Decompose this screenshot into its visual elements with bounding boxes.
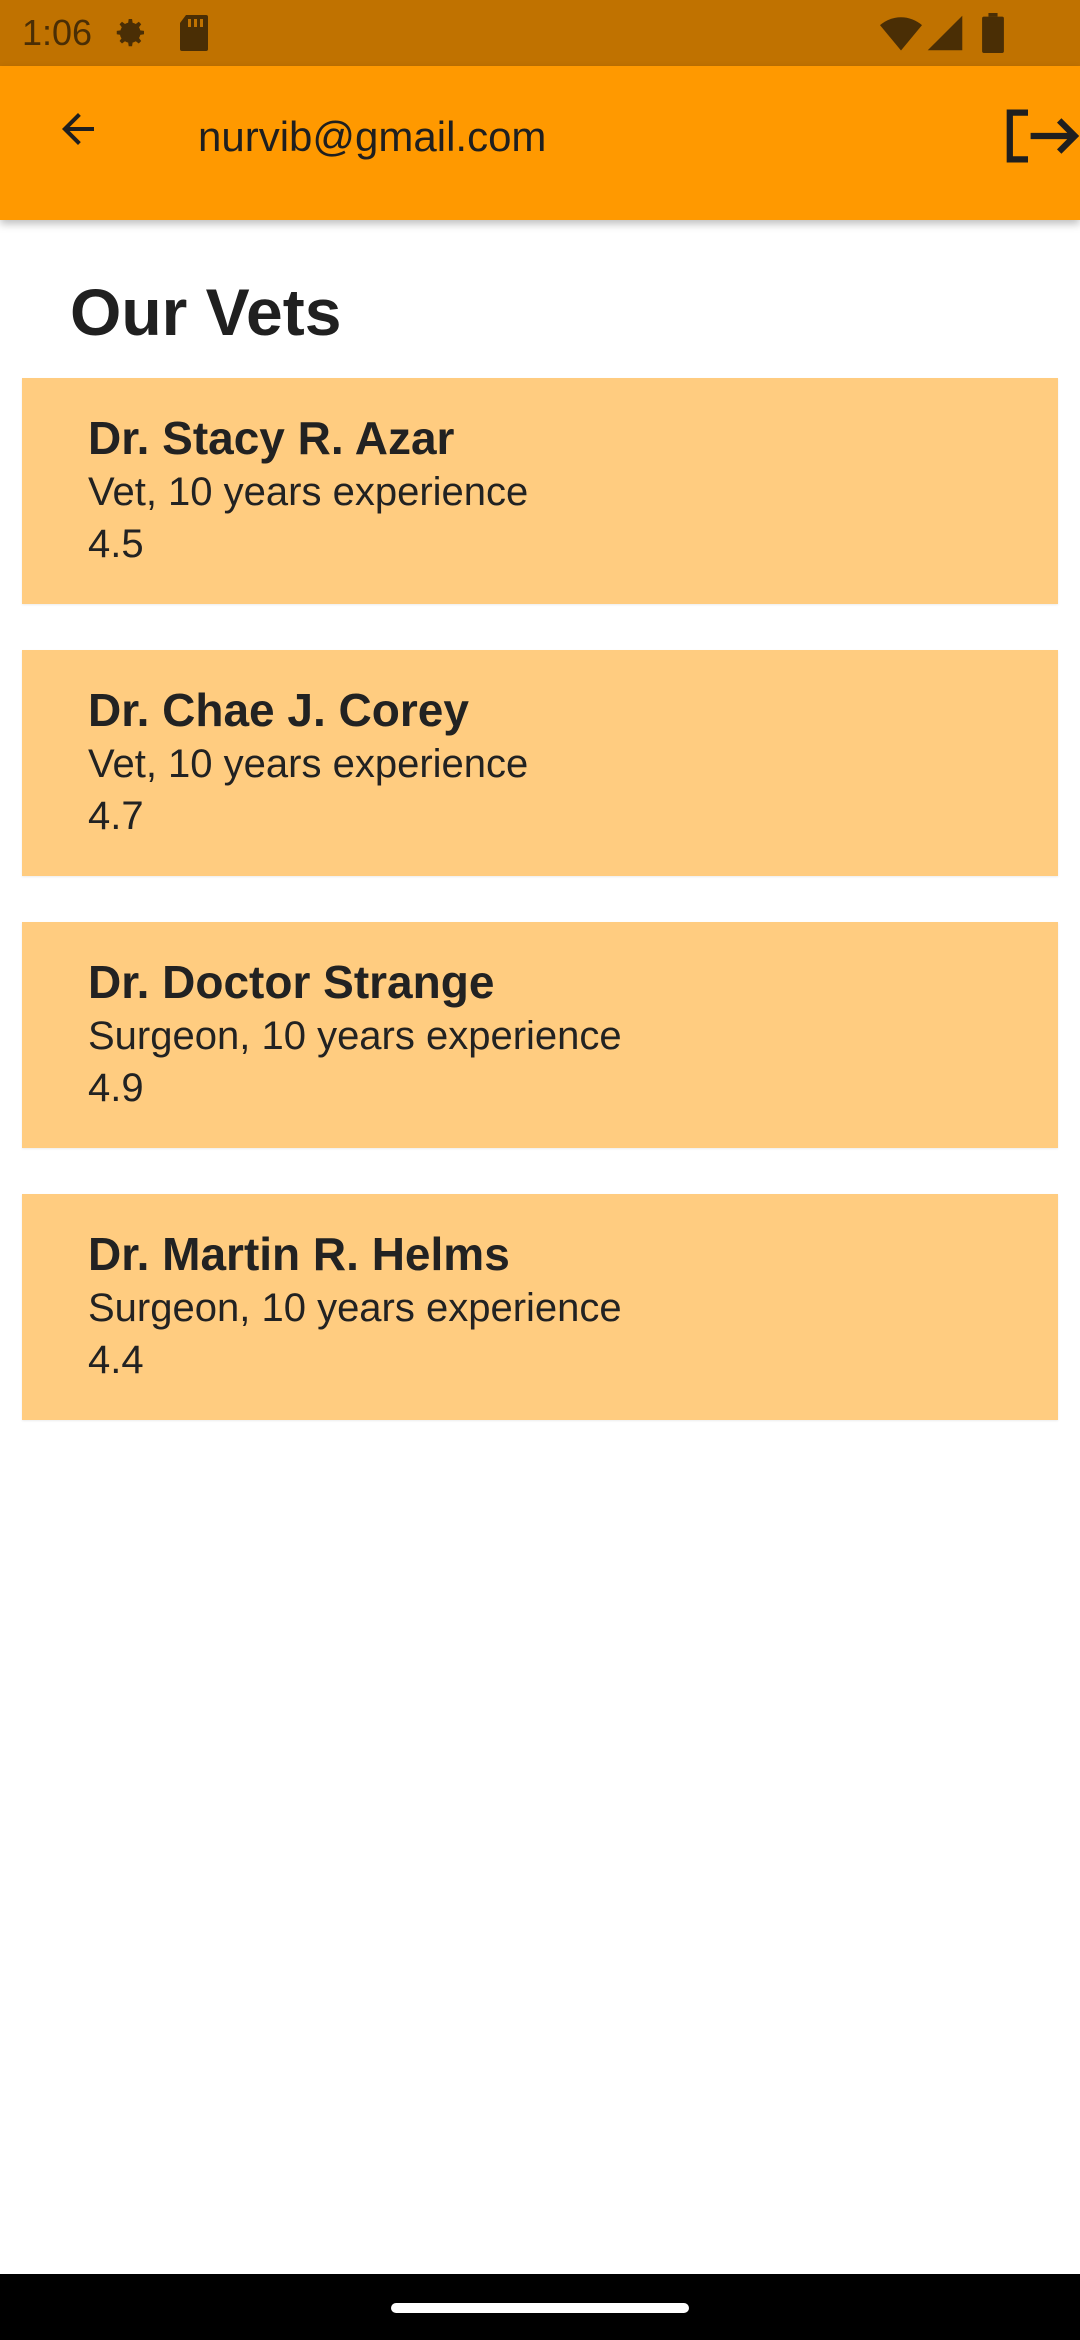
home-indicator[interactable]	[391, 2303, 689, 2313]
vet-name: Dr. Chae J. Corey	[88, 684, 469, 736]
vet-name: Dr. Martin R. Helms	[88, 1228, 510, 1280]
vet-description: Surgeon, 10 years experience	[88, 1286, 622, 1330]
vet-rating: 4.5	[88, 522, 144, 566]
vet-description: Surgeon, 10 years experience	[88, 1014, 622, 1058]
status-time: 1:06	[22, 12, 93, 53]
cellular-signal-icon	[926, 13, 964, 58]
vet-description: Vet, 10 years experience	[88, 470, 529, 514]
vet-rating: 4.9	[88, 1066, 144, 1110]
vet-name: Dr. Doctor Strange	[88, 956, 495, 1008]
back-button[interactable]	[30, 83, 126, 179]
vet-card[interactable]: Dr. Martin R. Helms Surgeon, 10 years ex…	[22, 1194, 1058, 1420]
logout-button[interactable]	[1002, 90, 1080, 186]
account-email: nurvib@gmail.com	[198, 113, 547, 160]
vet-card[interactable]: Dr. Chae J. Corey Vet, 10 years experien…	[22, 650, 1058, 876]
navigation-bar	[0, 2274, 1080, 2340]
vet-list: Dr. Stacy R. Azar Vet, 10 years experien…	[22, 378, 1058, 1466]
page-title: Our Vets	[70, 275, 342, 349]
app-bar: nurvib@gmail.com	[0, 66, 1080, 220]
vet-description: Vet, 10 years experience	[88, 742, 529, 786]
battery-icon	[982, 13, 1004, 58]
vet-rating: 4.4	[88, 1338, 144, 1382]
arrow-back-icon	[54, 105, 102, 158]
vet-rating: 4.7	[88, 794, 144, 838]
wifi-icon	[880, 13, 922, 58]
settings-gear-icon	[110, 13, 150, 58]
vet-name: Dr. Stacy R. Azar	[88, 412, 455, 464]
status-bar: 1:06	[0, 0, 1080, 66]
vet-card[interactable]: Dr. Doctor Strange Surgeon, 10 years exp…	[22, 922, 1058, 1148]
sd-card-icon	[178, 13, 210, 58]
vet-card[interactable]: Dr. Stacy R. Azar Vet, 10 years experien…	[22, 378, 1058, 604]
logout-icon	[1002, 104, 1080, 173]
